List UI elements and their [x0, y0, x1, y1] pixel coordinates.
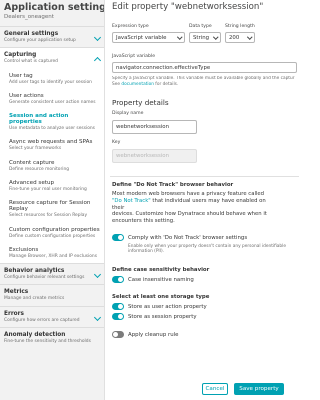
do-not-track-link[interactable]: "Do Not Track" — [112, 198, 151, 204]
section-desc: Manage and create metrics — [4, 296, 65, 302]
item-desc: Generate consistent user action names — [9, 99, 96, 105]
chevron-down-icon — [212, 34, 218, 40]
item-title: Advanced setup — [9, 179, 55, 186]
sidebar-section-general[interactable]: General settings Configure your applicat… — [0, 26, 104, 48]
expression-type-value: JavaScript variable — [116, 35, 167, 41]
section-title: Behavior analytics — [4, 268, 65, 275]
divider — [110, 176, 299, 177]
case-sensitivity-heading: Define case sensitivity behavior — [112, 267, 210, 273]
case-insensitive-label: Case insensitive naming — [128, 277, 194, 283]
dnt-description: Most modern web browsers have a privacy … — [112, 191, 267, 225]
item-desc: Fine-tune your real user monitoring — [9, 186, 87, 192]
sidebar-section-metrics[interactable]: Metrics Manage and create metrics — [0, 284, 104, 306]
property-details-heading: Property details — [112, 98, 169, 107]
item-desc: Use metadata to analyze user sessions — [9, 126, 95, 132]
data-type-value: String — [193, 35, 210, 41]
item-title: Async web requests and SPAs — [9, 139, 93, 146]
section-desc: Fine-tune the sensitivity and thresholds — [4, 338, 91, 344]
expression-type-dropdown[interactable]: JavaScript variable — [112, 32, 185, 43]
sidebar-item-resource-capture[interactable]: Resource capture for Session Replay Sele… — [0, 196, 104, 222]
section-title: General settings — [4, 31, 59, 37]
dnt-toggle[interactable] — [112, 234, 124, 241]
item-title: Exclusions — [9, 246, 39, 253]
section-title: Metrics — [4, 289, 29, 296]
chevron-down-icon — [246, 34, 252, 40]
sidebar-section-capturing[interactable]: Capturing Control what is captured — [0, 47, 104, 69]
chevron-down-icon — [176, 34, 182, 40]
string-length-value: 200 — [229, 35, 240, 41]
documentation-link[interactable]: documentation — [121, 82, 154, 87]
sidebar-item-user-actions[interactable]: User actions Generate consistent user ac… — [0, 89, 104, 109]
capturing-items: User tag Add user tags to identify your … — [0, 68, 104, 264]
js-variable-label: JavaScript variable — [112, 54, 156, 59]
section-title: Anomaly detection — [4, 331, 66, 338]
app-name: Dealers_oneagent — [4, 14, 54, 20]
dnt-toggle-label: Comply with 'Do Not Track' browser setti… — [128, 235, 248, 241]
section-desc: Control what is captured — [4, 59, 58, 65]
store-user-action-toggle[interactable] — [112, 303, 124, 310]
chevron-down-icon — [93, 271, 102, 279]
item-title: Content capture — [9, 159, 55, 166]
key-label: Key — [112, 140, 121, 145]
key-input: webnetworksession — [112, 149, 197, 163]
sidebar-item-user-tag[interactable]: User tag Add user tags to identify your … — [0, 69, 104, 89]
js-variable-help-2: See documentation for details. — [112, 82, 179, 87]
store-session-toggle[interactable] — [112, 313, 124, 320]
item-title: User actions — [9, 92, 44, 99]
section-title: Capturing — [4, 52, 37, 59]
item-desc: Select your frameworks — [9, 146, 62, 152]
item-desc: Select resources for Session Replay — [9, 213, 88, 219]
cleanup-rule-label: Apply cleanup rule — [128, 332, 179, 338]
storage-type-heading: Select at least one storage type — [112, 294, 210, 300]
section-desc: Configure behavior relevant settings — [4, 275, 85, 281]
item-title: Resource capture for Session Replay — [9, 200, 91, 213]
case-insensitive-toggle[interactable] — [112, 276, 124, 283]
section-desc: Configure how errors are captured — [4, 317, 80, 323]
store-session-label: Store as session property — [128, 314, 197, 320]
sidebar-item-content-capture[interactable]: Content capture Define resource monitori… — [0, 156, 104, 176]
js-variable-input[interactable]: navigator.connection.effectiveType — [112, 62, 297, 73]
section-desc: Configure your application setup — [4, 38, 76, 43]
store-user-action-label: Store as user action property — [128, 304, 207, 310]
chevron-down-icon — [93, 313, 102, 321]
expression-type-label: Expression type — [112, 24, 149, 29]
item-desc: Define custom configuration properties — [9, 233, 96, 239]
sidebar-item-async-web-requests[interactable]: Async web requests and SPAs Select your … — [0, 135, 104, 155]
chevron-down-icon — [93, 33, 102, 42]
item-desc: Manage Browser, XHR and IP exclusions — [9, 253, 97, 259]
display-name-label: Display name — [112, 111, 144, 116]
chevron-up-icon — [93, 57, 102, 65]
data-type-dropdown[interactable]: String — [189, 32, 221, 43]
settings-sidebar: Application settings Dealers_oneagent Ge… — [0, 0, 105, 400]
save-property-button[interactable]: Save property — [234, 383, 284, 395]
page-title: Edit property "webnetworksession" — [112, 2, 264, 12]
item-title: Session and action properties — [9, 113, 69, 126]
sidebar-section-errors[interactable]: Errors Configure how errors are captured — [0, 305, 104, 327]
sidebar-item-advanced-setup[interactable]: Advanced setup Fine-tune your real user … — [0, 176, 104, 196]
display-name-input[interactable]: webnetworksession — [112, 120, 197, 134]
item-desc: Add user tags to identify your session — [9, 79, 92, 85]
item-title: User tag — [9, 72, 33, 79]
item-desc: Define resource monitoring — [9, 166, 70, 172]
sidebar-section-anomaly[interactable]: Anomaly detection Fine-tune the sensitiv… — [0, 326, 104, 349]
sidebar-section-behavior[interactable]: Behavior analytics Configure behavior re… — [0, 263, 104, 285]
app-settings-title: Application settings — [4, 2, 105, 13]
data-type-label: Data type — [189, 24, 212, 29]
sidebar-item-session-action-properties[interactable]: Session and action properties Use metada… — [0, 109, 104, 135]
js-variable-help: Specify a JavaScript variable. This vari… — [112, 76, 295, 81]
edit-property-panel: Edit property "webnetworksession" Expres… — [110, 0, 299, 400]
string-length-label: String length — [225, 24, 255, 29]
dnt-help: Enable only when your property doesn't c… — [128, 244, 286, 255]
sidebar-item-exclusions[interactable]: Exclusions Manage Browser, XHR and IP ex… — [0, 243, 104, 263]
dnt-heading: Define "Do Not Track" browser behavior — [112, 182, 234, 188]
cleanup-rule-toggle[interactable] — [112, 331, 124, 338]
sidebar-item-custom-config[interactable]: Custom configuration properties Define c… — [0, 223, 104, 243]
cancel-button[interactable]: Cancel — [202, 383, 228, 395]
section-title: Errors — [4, 310, 24, 317]
item-title: Custom configuration properties — [9, 226, 100, 233]
string-length-dropdown[interactable]: 200 — [225, 32, 255, 43]
